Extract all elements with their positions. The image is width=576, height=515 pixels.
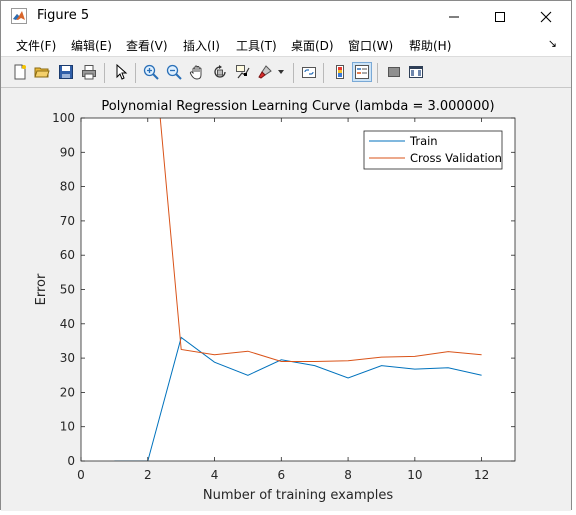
y-tick-label: 40 [60, 317, 75, 331]
x-axis-label: Number of training examples [203, 488, 393, 503]
toolbar-separator [293, 63, 294, 83]
figure-window: Figure 5 文件(F) 编辑(E) 查看(V) 插入(I) 工具(T) 桌… [0, 0, 572, 511]
menu-help[interactable]: 帮助(H) [409, 37, 451, 54]
colorbar-icon[interactable] [330, 62, 350, 82]
x-tick-label: 12 [474, 468, 489, 482]
chart-title: Polynomial Regression Learning Curve (la… [101, 99, 494, 114]
show-plot-tools-icon[interactable] [406, 62, 426, 82]
figure-toolbar [1, 56, 571, 88]
menu-window[interactable]: 窗口(W) [348, 37, 393, 54]
toolbar-separator [135, 63, 136, 83]
menu-overflow-icon[interactable]: ↘ [548, 37, 557, 50]
open-file-icon[interactable] [32, 62, 52, 82]
toolbar-separator [323, 63, 324, 83]
y-tick-label: 80 [60, 180, 75, 194]
figure-canvas: 0 2 4 6 8 10 12 0 10 20 30 40 50 60 70 80 90 100 Polynomia… [1, 88, 571, 511]
y-tick-label: 70 [60, 214, 75, 228]
title-bar[interactable]: Figure 5 [1, 1, 571, 32]
y-tick-label: 10 [60, 420, 75, 434]
menu-edit[interactable]: 编辑(E) [71, 37, 112, 54]
menu-file[interactable]: 文件(F) [16, 37, 56, 54]
x-tick-label: 10 [407, 468, 422, 482]
menu-bar: 文件(F) 编辑(E) 查看(V) 插入(I) 工具(T) 桌面(D) 窗口(W… [1, 32, 571, 56]
zoom-out-icon[interactable] [164, 62, 184, 82]
close-icon [540, 11, 552, 22]
menu-view[interactable]: 查看(V) [126, 37, 168, 54]
brush-dropdown-icon[interactable] [275, 62, 287, 82]
x-tick-label: 0 [77, 468, 85, 482]
save-icon[interactable] [56, 62, 76, 82]
y-tick-label: 100 [52, 111, 75, 125]
y-tick-label: 50 [60, 283, 75, 297]
new-figure-icon[interactable] [10, 62, 30, 82]
menu-insert[interactable]: 插入(I) [183, 37, 220, 54]
y-tick-label: 90 [60, 145, 75, 159]
minimize-icon [449, 16, 459, 17]
x-tick-label: 4 [211, 468, 219, 482]
maximize-icon [495, 11, 505, 22]
data-cursor-icon[interactable] [233, 62, 253, 82]
pointer-icon[interactable] [111, 62, 131, 82]
window-title: Figure 5 [37, 8, 90, 23]
legend-icon[interactable] [352, 62, 372, 82]
print-icon[interactable] [79, 62, 99, 82]
x-tick-label: 2 [144, 468, 152, 482]
menu-desktop[interactable]: 桌面(D) [291, 37, 334, 54]
link-plot-icon[interactable] [299, 62, 319, 82]
hide-plot-tools-icon[interactable] [384, 62, 404, 82]
x-tick-label: 6 [277, 468, 285, 482]
y-tick-label: 60 [60, 248, 75, 262]
y-axis-label: Error [34, 273, 49, 305]
brush-icon[interactable] [257, 62, 273, 82]
maximize-button[interactable] [477, 1, 523, 32]
matlab-logo-icon [11, 8, 27, 24]
toolbar-separator [377, 63, 378, 83]
axes-background [81, 118, 515, 461]
legend-label: Train [409, 134, 438, 148]
legend-label: Cross Validation [410, 151, 502, 165]
y-tick-label: 30 [60, 351, 75, 365]
plot-area[interactable]: 0 2 4 6 8 10 12 0 10 20 30 40 50 60 70 80 90 100 Polynomia… [1, 88, 571, 511]
x-tick-label: 8 [344, 468, 352, 482]
y-tick-label: 20 [60, 385, 75, 399]
menu-tools[interactable]: 工具(T) [236, 37, 277, 54]
y-tick-label: 0 [67, 454, 75, 468]
toolbar-separator [104, 63, 105, 83]
rotate-3d-icon[interactable] [210, 62, 230, 82]
pan-hand-icon[interactable] [187, 62, 207, 82]
minimize-button[interactable] [431, 1, 477, 32]
zoom-in-icon[interactable] [141, 62, 161, 82]
close-button[interactable] [523, 1, 569, 32]
